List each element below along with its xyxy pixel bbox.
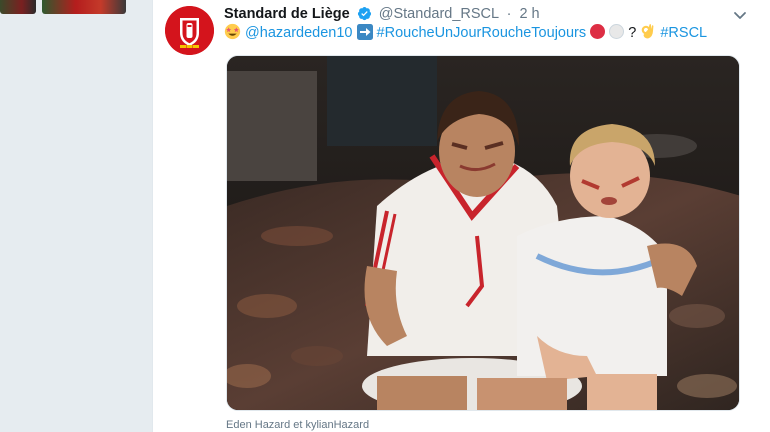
tweet-card[interactable]: Standard de Liège @Standard_RSCL · 2 h @… [152,0,770,432]
author-handle[interactable]: @Standard_RSCL [379,6,499,22]
sidebar-thumbnail[interactable] [42,0,126,14]
photo-image [227,56,739,410]
ok-hand-emoji-icon [640,23,656,46]
separator-dot: · [506,6,512,22]
hashtag-link[interactable]: #RoucheUnJourRoucheToujours [377,25,587,41]
tweet-text: @hazardeden10 #RoucheUnJourRoucheToujour… [224,23,760,43]
right-arrow-emoji-icon [356,24,373,46]
mention-link[interactable]: @hazardeden10 [245,25,352,41]
left-sidebar [0,0,152,432]
hashtag-link[interactable]: #RSCL [660,25,707,41]
chevron-down-icon[interactable] [732,7,748,23]
question-mark: ? [628,25,637,41]
photo-caption: Eden Hazard et kylianHazard [226,419,370,431]
tweet-header: Standard de Liège @Standard_RSCL · 2 h [224,4,750,24]
sidebar-thumbnail[interactable] [0,0,36,14]
tweet-photo[interactable] [226,55,740,411]
red-circle-emoji-icon [590,24,606,39]
club-crest-icon [165,6,214,55]
star-struck-emoji-icon [224,23,241,46]
tweet-timestamp[interactable]: 2 h [519,6,539,22]
author-name[interactable]: Standard de Liège [224,6,350,22]
avatar[interactable] [165,6,214,55]
white-circle-emoji-icon [609,24,625,39]
